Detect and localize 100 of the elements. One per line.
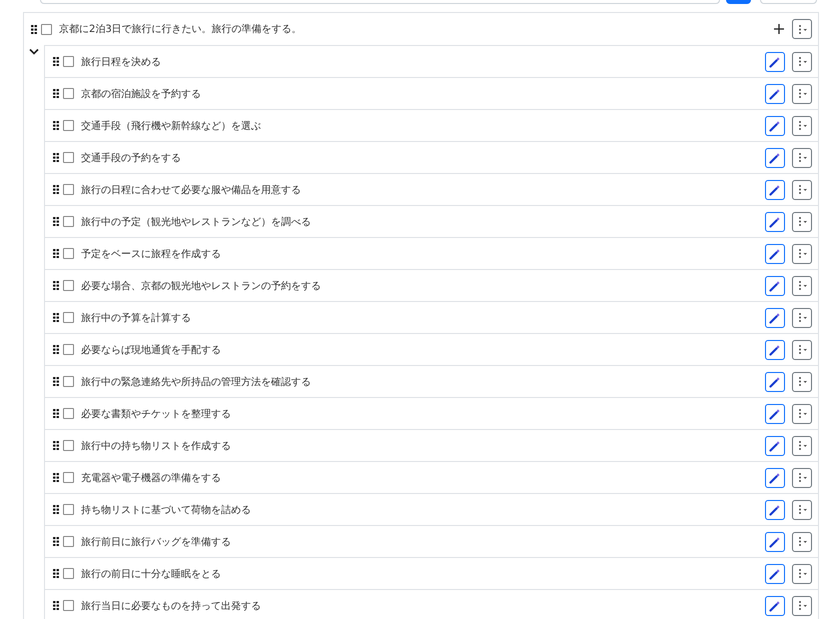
task-checkbox[interactable] [63,568,74,579]
drag-handle-icon[interactable] [53,313,59,322]
task-menu-button[interactable] [792,500,812,520]
drag-handle-icon[interactable] [53,121,59,130]
chevron-icon[interactable] [29,48,39,55]
task-checkbox[interactable] [63,120,74,131]
task-checkbox[interactable] [63,408,74,419]
task-checkbox[interactable] [63,152,74,163]
task-checkbox[interactable] [63,344,74,355]
drag-handle-icon[interactable] [53,185,59,194]
drag-handle-icon[interactable] [53,89,59,98]
task-checkbox[interactable] [63,600,74,611]
magic-button[interactable] [765,340,785,360]
drag-handle-icon[interactable] [53,601,59,610]
menu-caret-icon [796,504,808,515]
task-checkbox[interactable] [63,184,74,195]
magic-button[interactable] [765,596,785,616]
drag-handle-icon[interactable] [53,153,59,162]
task-menu-button[interactable] [792,468,812,488]
drag-handle-icon[interactable] [53,345,59,354]
magic-button[interactable] [765,308,785,328]
task-menu-button[interactable] [792,436,812,456]
task-checkbox[interactable] [63,472,74,483]
magic-wand-icon [769,120,781,132]
menu-caret-icon [796,152,808,163]
task-menu-button[interactable] [792,532,812,552]
drag-handle-icon[interactable] [53,441,59,450]
magic-button[interactable] [765,436,785,456]
drag-handle-icon[interactable] [53,217,59,226]
task-checkbox[interactable] [63,280,74,291]
task-menu-button[interactable] [792,116,812,136]
subtask-title: 旅行中の予算を計算する [81,312,192,324]
magic-button[interactable] [765,404,785,424]
magic-button[interactable] [765,468,785,488]
task-checkbox[interactable] [63,56,74,67]
task-menu-button[interactable] [792,84,812,104]
task-menu-button[interactable] [792,308,812,328]
add-subtask-button[interactable] [773,23,785,35]
magic-button[interactable] [765,84,785,104]
magic-button[interactable] [765,500,785,520]
magic-button[interactable] [765,116,785,136]
task-checkbox[interactable] [41,24,52,34]
menu-caret-icon [796,120,808,131]
subtask-title: 旅行日程を決める [81,56,162,68]
magic-button[interactable] [765,212,785,232]
menu-caret-icon [796,376,808,387]
task-menu-button[interactable] [792,180,812,200]
drag-handle-icon[interactable] [53,505,59,514]
task-title: 京都に2泊3日で旅行に行きたい。旅行の準備をする。 [59,22,303,36]
task-menu-button[interactable] [792,212,812,232]
task-menu-button[interactable] [792,276,812,296]
menu-caret-icon [796,24,808,34]
task-menu-button[interactable] [792,596,812,616]
magic-wand-icon [769,472,781,484]
magic-wand-icon [769,600,781,612]
task-menu-button[interactable] [792,52,812,72]
magic-button[interactable] [765,52,785,72]
subtask-title: 京都の宿泊施設を予約する [81,88,202,100]
drag-handle-icon[interactable] [53,281,59,290]
magic-button[interactable] [765,148,785,168]
drag-handle-icon[interactable] [31,24,37,34]
task-checkbox[interactable] [63,248,74,259]
magic-button[interactable] [765,372,785,392]
task-checkbox[interactable] [63,376,74,387]
task-checkbox[interactable] [63,536,74,547]
magic-button[interactable] [765,532,785,552]
task-checkbox[interactable] [63,440,74,451]
menu-caret-icon [796,88,808,99]
magic-button[interactable] [765,244,785,264]
magic-button[interactable] [765,276,785,296]
submit-button[interactable] [726,0,751,4]
task-menu-button[interactable] [792,564,812,584]
menu-caret-icon [796,536,808,547]
task-checkbox[interactable] [63,504,74,515]
plus-icon [774,24,784,34]
drag-handle-icon[interactable] [53,473,59,482]
task-checkbox[interactable] [63,312,74,323]
menu-caret-icon [796,280,808,291]
task-menu-button[interactable] [792,404,812,424]
drag-handle-icon[interactable] [53,537,59,546]
drag-handle-icon[interactable] [53,569,59,578]
task-menu-button[interactable] [792,244,812,264]
drag-handle-icon[interactable] [53,377,59,386]
drag-handle-icon[interactable] [53,57,59,66]
task-menu-button[interactable] [792,372,812,392]
search-field[interactable] [40,0,720,4]
subtask-title: 持ち物リストに基づいて荷物を詰める [81,504,252,516]
magic-wand-icon [769,88,781,100]
drag-handle-icon[interactable] [53,249,59,258]
menu-caret-icon [796,472,808,483]
magic-button[interactable] [765,564,785,584]
menu-caret-icon [796,440,808,451]
task-checkbox[interactable] [63,216,74,227]
task-menu-button[interactable] [792,19,812,39]
menu-caret-icon [796,600,808,611]
task-checkbox[interactable] [63,88,74,99]
task-menu-button[interactable] [792,148,812,168]
drag-handle-icon[interactable] [53,409,59,418]
task-menu-button[interactable] [792,340,812,360]
magic-button[interactable] [765,180,785,200]
